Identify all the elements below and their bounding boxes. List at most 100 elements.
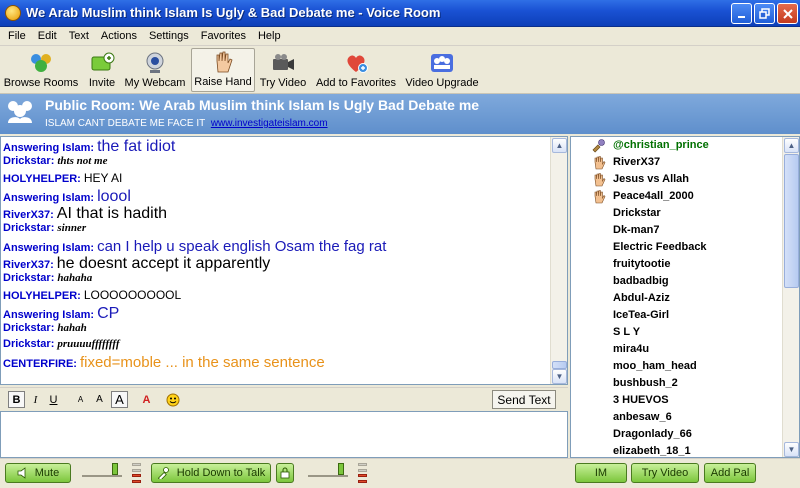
im-button[interactable]: IM	[575, 463, 627, 483]
menu-actions[interactable]: Actions	[95, 30, 143, 42]
user-name: 3 HUEVOS	[613, 394, 669, 406]
speaker-volume-slider[interactable]	[82, 463, 122, 477]
mic-volume-knob[interactable]	[338, 463, 344, 475]
raise-hand-button[interactable]: Raise Hand	[191, 48, 255, 92]
chat-nick[interactable]: HOLYHELPER:	[3, 291, 81, 302]
chat-nick[interactable]: Drickstar:	[3, 273, 54, 284]
user-list-item[interactable]: mira4u	[571, 341, 783, 358]
user-list-item[interactable]: @christian_prince	[571, 137, 783, 154]
text-color-button[interactable]: A	[138, 391, 155, 408]
bold-button[interactable]: B	[8, 391, 25, 408]
user-list-item[interactable]: IceTea-Girl	[571, 307, 783, 324]
user-list-item[interactable]: Jesus vs Allah	[571, 171, 783, 188]
scroll-up-button[interactable]: ▲	[552, 138, 567, 153]
chevron-down-icon: ▼	[787, 445, 796, 454]
chat-nick[interactable]: Drickstar:	[3, 223, 54, 234]
menu-text[interactable]: Text	[63, 30, 95, 42]
users-scroll-down-button[interactable]: ▼	[784, 442, 799, 457]
chat-nick[interactable]: CENTERFIRE:	[3, 359, 77, 370]
users-scroll-thumb[interactable]	[784, 154, 799, 288]
mic-level-meter	[358, 463, 367, 483]
underline-button[interactable]: U	[45, 391, 62, 408]
close-button[interactable]	[777, 3, 798, 24]
try-video-button[interactable]: Try Video	[259, 48, 307, 92]
font-size-large-button[interactable]: A	[111, 391, 128, 408]
scroll-down-button[interactable]: ▼	[552, 369, 567, 384]
chat-nick[interactable]: Answering Islam:	[3, 193, 94, 204]
menu-favorites[interactable]: Favorites	[195, 30, 252, 42]
menu-edit[interactable]: Edit	[32, 30, 63, 42]
my-webcam-button[interactable]: My Webcam	[124, 48, 186, 92]
minimize-button[interactable]	[731, 3, 752, 24]
video-upgrade-button[interactable]: Video Upgrade	[405, 48, 479, 92]
chat-message: Answering Islam: the fat idiot	[3, 139, 549, 156]
user-list-item[interactable]: Peace4all_2000	[571, 188, 783, 205]
user-list[interactable]: @christian_prince RiverX37 Jesus vs Allah P…	[570, 136, 800, 458]
minimize-icon	[737, 15, 745, 18]
italic-button[interactable]: I	[27, 391, 44, 408]
user-name: @christian_prince	[613, 139, 709, 151]
add-pal-button[interactable]: Add Pal	[704, 463, 756, 483]
chat-text: sinner	[57, 222, 87, 234]
people-group-icon	[31, 54, 51, 72]
lock-talk-button[interactable]	[276, 463, 294, 483]
user-list-item[interactable]: badbadbig	[571, 273, 783, 290]
user-list-item[interactable]: Dragonlady_66	[571, 426, 783, 443]
app-icon[interactable]	[5, 5, 21, 21]
users-scroll-up-button[interactable]: ▲	[784, 138, 799, 153]
chat-message: Answering Islam: CP	[3, 306, 549, 323]
menu-settings[interactable]: Settings	[143, 30, 195, 42]
chat-nick[interactable]: Answering Islam:	[3, 243, 94, 254]
message-input[interactable]	[0, 411, 568, 458]
user-list-item[interactable]: Drickstar	[571, 205, 783, 222]
mic-volume-slider[interactable]	[308, 463, 348, 477]
chat-nick[interactable]: RiverX37:	[3, 260, 54, 271]
invite-button[interactable]: Invite	[84, 48, 120, 92]
user-list-item[interactable]: bushbush_2	[571, 375, 783, 392]
chat-message: Drickstar: sinner	[3, 223, 549, 239]
font-size-medium-button[interactable]: A	[91, 391, 108, 408]
user-list-item[interactable]: elizabeth_18_1	[571, 443, 783, 457]
user-list-item[interactable]: RiverX37	[571, 154, 783, 171]
menu-help[interactable]: Help	[252, 30, 287, 42]
browse-rooms-button[interactable]: Browse Rooms	[4, 48, 78, 92]
chat-log[interactable]: Answering Islam: the fat idiot Drickstar: t…	[0, 136, 568, 385]
user-list-item[interactable]: Electric Feedback	[571, 239, 783, 256]
user-try-video-button[interactable]: Try Video	[631, 463, 699, 483]
user-list-item[interactable]: anbesaw_6	[571, 409, 783, 426]
user-name: moo_ham_head	[613, 360, 697, 372]
chat-nick[interactable]: Answering Islam:	[3, 310, 94, 321]
maximize-button[interactable]	[754, 3, 775, 24]
user-list-item[interactable]: 3 HUEVOS	[571, 392, 783, 409]
mute-button[interactable]: Mute	[5, 463, 71, 483]
add-to-favorites-button[interactable]: Add to Favorites	[313, 48, 399, 92]
chat-nick[interactable]: RiverX37:	[3, 210, 54, 221]
user-list-item[interactable]: S L Y	[571, 324, 783, 341]
scroll-thumb[interactable]	[552, 361, 567, 369]
user-list-item[interactable]: Abdul-Aziz	[571, 290, 783, 307]
user-list-item[interactable]: moo_ham_head	[571, 358, 783, 375]
user-name: S L Y	[613, 326, 641, 338]
chat-message: Drickstar: thts not me	[3, 156, 549, 172]
chat-nick[interactable]: Drickstar:	[3, 323, 54, 334]
chat-scrollbar[interactable]: ▲ ▼	[550, 137, 567, 384]
send-text-button[interactable]: Send Text	[492, 390, 556, 409]
font-size-small-button[interactable]: A	[72, 391, 89, 408]
user-list-item[interactable]: fruitytootie	[571, 256, 783, 273]
user-list-item[interactable]: Dk-man7	[571, 222, 783, 239]
menu-file[interactable]: File	[2, 30, 32, 42]
chat-nick[interactable]: HOLYHELPER:	[3, 174, 81, 185]
user-list-scrollbar[interactable]: ▲ ▼	[782, 137, 799, 457]
chat-text: AI that is hadith	[56, 205, 168, 222]
chat-nick[interactable]: Drickstar:	[3, 156, 54, 167]
room-header: Public Room: We Arab Muslim think Islam …	[0, 94, 800, 134]
speaker-volume-knob[interactable]	[112, 463, 118, 475]
user-name: Dragonlady_66	[613, 428, 692, 440]
chat-text: pruuuuffffffff	[57, 338, 120, 350]
chat-nick[interactable]: Answering Islam:	[3, 143, 94, 154]
emoticon-button[interactable]	[164, 391, 181, 408]
chat-message: RiverX37: AI that is hadith	[3, 206, 549, 223]
chat-nick[interactable]: Drickstar:	[3, 339, 54, 350]
hold-to-talk-button[interactable]: Hold Down to Talk	[151, 463, 271, 483]
room-link[interactable]: www.investigateislam.com	[211, 118, 328, 129]
